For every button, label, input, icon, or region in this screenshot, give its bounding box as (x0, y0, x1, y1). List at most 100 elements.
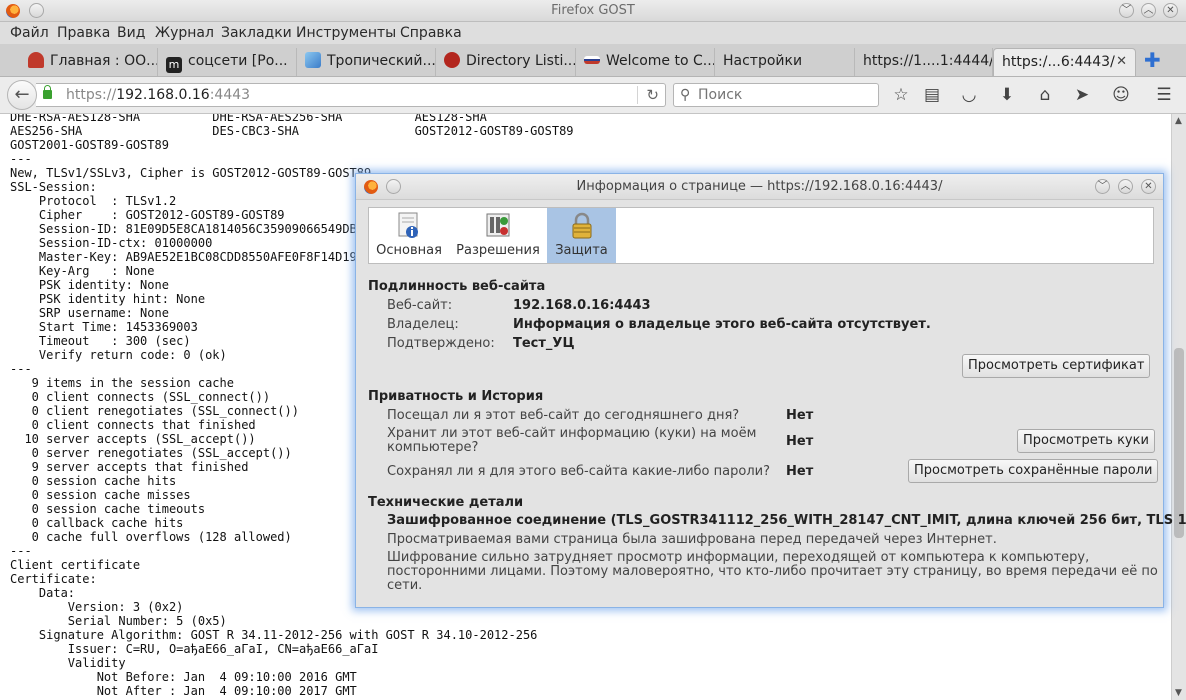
tab-security[interactable]: Защита (547, 208, 616, 263)
pocket-icon[interactable]: ◡ (959, 85, 979, 105)
dialog-title: Информация о странице — https://192.168.… (576, 179, 943, 194)
view-saved-passwords-button[interactable]: Просмотреть сохранённые пароли (908, 459, 1159, 483)
tab-general-label: Основная (376, 243, 442, 258)
terminal-line: Issuer: C=RU, O=aђaE66_aГaI, CN=aђaE66_a… (10, 642, 379, 656)
tab-https-4444[interactable]: https://1....1:4444/ (855, 48, 993, 76)
tab-label: Welcome to C... (606, 53, 715, 69)
tab-tropicheskiy[interactable]: Тропический... (297, 48, 436, 76)
menu-edit[interactable]: Правка (57, 25, 110, 41)
visited-question: Посещал ли я этот веб-сайт до сегодняшне… (387, 408, 740, 423)
tab-label: https:/...6:4443/ (1002, 54, 1115, 70)
url-bar[interactable]: https://192.168.0.16:4443 ↻ (36, 83, 666, 107)
key-site-icon (584, 56, 600, 64)
tab-directory-listing[interactable]: Directory Listi... (436, 48, 576, 76)
terminal-line: Signature Algorithm: GOST R 34.11-2012-2… (10, 628, 538, 642)
privacy-heading: Приватность и История (368, 389, 544, 404)
smiley-icon[interactable]: ☺ (1111, 85, 1131, 105)
search-input[interactable] (698, 86, 868, 104)
star-icon[interactable]: ☆ (891, 85, 911, 105)
hamburger-menu-icon[interactable]: ☰ (1154, 85, 1174, 105)
scroll-down-icon[interactable]: ▼ (1175, 688, 1182, 698)
encryption-explanation: Шифрование сильно затрудняет просмотр ин… (387, 550, 1158, 593)
home-icon[interactable]: ⌂ (1035, 85, 1055, 105)
apache-feather-icon (444, 52, 460, 68)
terminal-line: Not Before: Jan 4 09:10:00 2016 GMT (10, 670, 357, 684)
dialog-close-button[interactable]: ✕ (1141, 179, 1156, 194)
tab-close-icon[interactable]: ✕ (1116, 49, 1127, 75)
terminal-line: --- (10, 152, 32, 166)
scroll-up-icon[interactable]: ▲ (1175, 116, 1182, 126)
permissions-icon (486, 213, 510, 237)
verified-value: Тест_УЦ (513, 336, 575, 351)
terminal-line: Serial Number: 5 (0x5) (10, 614, 227, 628)
menu-history[interactable]: Журнал (155, 25, 214, 41)
tab-label: https://1....1:4444/ (863, 53, 993, 69)
connection-info: Зашифрованное соединение (TLS_GOSTR34111… (387, 513, 1186, 528)
m-site-icon: m (166, 57, 182, 73)
tab-label: соцсети [Ро... (188, 53, 288, 69)
window-title: Firefox GOST (551, 3, 635, 18)
identity-heading: Подлинность веб-сайта (368, 279, 546, 294)
menu-bookmarks[interactable]: Закладки (221, 25, 292, 41)
tab-security-label: Защита (555, 243, 608, 258)
vertical-scrollbar[interactable]: ▲ ▼ (1171, 114, 1186, 700)
tab-label: Directory Listi... (466, 53, 576, 69)
terminal-line: AES256-SHA DES-CBC3-SHA GOST2012-GOST89-… (10, 124, 574, 138)
tab-label: Тропический... (327, 53, 436, 69)
passwords-question: Сохранял ли я для этого веб-сайта какие-… (387, 464, 770, 479)
padlock-icon (572, 212, 591, 239)
owner-label: Владелец: (387, 317, 459, 332)
dialog-titlebar: Информация о странице — https://192.168.… (356, 174, 1163, 200)
scrollbar-thumb[interactable] (1174, 348, 1184, 538)
menu-view[interactable]: Вид (117, 25, 145, 41)
secure-lock-icon[interactable] (43, 85, 52, 99)
menu-help[interactable]: Справка (400, 25, 462, 41)
tab-label: Главная : ОО... (50, 53, 158, 69)
download-icon[interactable]: ⬇ (997, 85, 1017, 105)
maximize-button[interactable]: ︿ (1141, 3, 1156, 18)
terminal-line: DHE-RSA-AES128-SHA DHE-RSA-AES256-SHA AE… (10, 114, 487, 124)
dialog-tab-strip: Основная Разрешения Защита (368, 207, 1154, 264)
tab-permissions-label: Разрешения (456, 243, 540, 258)
tab-sotsseti[interactable]: m соцсети [Ро... (158, 48, 297, 76)
visited-answer: Нет (786, 408, 814, 423)
website-label: Веб-сайт: (387, 298, 453, 313)
reload-icon[interactable]: ↻ (637, 86, 659, 104)
red-flag-icon (28, 52, 44, 68)
search-bar[interactable]: ⚲ (673, 83, 879, 107)
menu-file[interactable]: Файл (10, 25, 49, 41)
navigation-bar: https://192.168.0.16:4443 ↻ ← ⚲ ☆ ▤ ◡ ⬇ … (0, 77, 1186, 114)
verified-label: Подтверждено: (387, 336, 495, 351)
tab-label: Настройки (723, 53, 803, 69)
search-icon: ⚲ (680, 87, 691, 103)
menu-tools[interactable]: Инструменты (296, 25, 396, 41)
minimize-button[interactable]: ﹀ (1119, 3, 1134, 18)
back-button[interactable]: ← (7, 80, 37, 110)
owner-value: Информация о владельце этого веб-сайта о… (513, 317, 931, 332)
tab-settings[interactable]: Настройки (715, 48, 855, 76)
reading-list-icon[interactable]: ▤ (922, 85, 942, 105)
url-text[interactable]: https://192.168.0.16:4443 (66, 87, 250, 103)
menu-bar: Файл Правка Вид Журнал Закладки Инструме… (0, 22, 1186, 44)
tab-glavnaya[interactable]: Главная : ОО... (20, 48, 158, 76)
window-titlebar: Firefox GOST ﹀ ︿ ✕ (0, 0, 1186, 22)
new-tab-button[interactable]: ✚ (1144, 50, 1162, 70)
view-cookies-button[interactable]: Просмотреть куки (1017, 429, 1155, 453)
cookies-answer: Нет (786, 434, 814, 449)
send-icon[interactable]: ➤ (1072, 85, 1092, 105)
image-site-icon (305, 52, 321, 68)
dialog-maximize-button[interactable]: ︿ (1118, 179, 1133, 194)
tab-general[interactable]: Основная (369, 208, 449, 263)
dialog-minimize-button[interactable]: ﹀ (1095, 179, 1110, 194)
encryption-note: Просматриваемая вами страница была зашиф… (387, 532, 997, 547)
tab-bar: Главная : ОО... m соцсети [Ро... Тропичес… (0, 44, 1186, 77)
terminal-line: GOST2001-GOST89-GOST89 (10, 138, 169, 152)
close-window-button[interactable]: ✕ (1163, 3, 1178, 18)
cookies-question: Хранит ли этот веб-сайт информацию (куки… (387, 426, 757, 455)
view-certificate-button[interactable]: Просмотреть сертификат (962, 354, 1151, 378)
tab-permissions[interactable]: Разрешения (451, 208, 545, 263)
tab-https-4443[interactable]: https:/...6:4443/ ✕ (993, 48, 1136, 76)
terminal-line: Validity (10, 656, 126, 670)
tab-welcome[interactable]: Welcome to C... (576, 48, 715, 76)
website-value: 192.168.0.16:4443 (513, 298, 651, 313)
